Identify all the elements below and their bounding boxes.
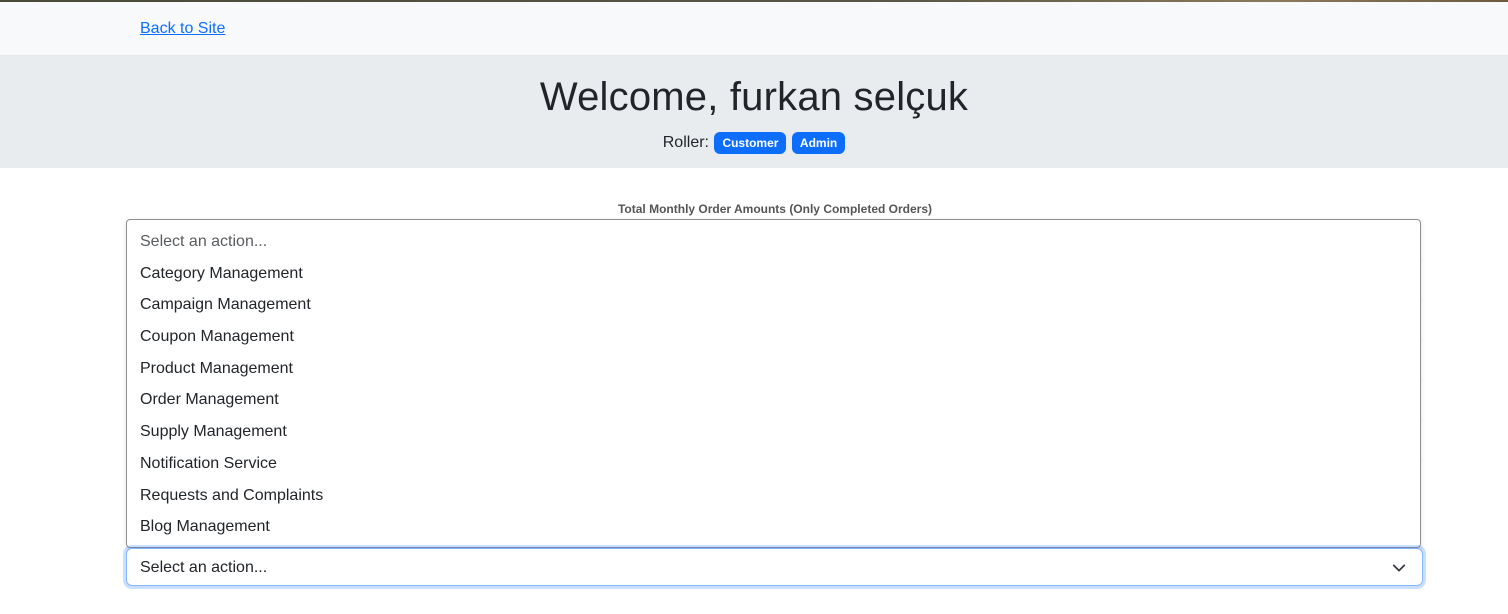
option-coupon-management[interactable]: Coupon Management [127,325,1420,357]
option-order-management[interactable]: Order Management [127,388,1420,420]
chart-title: Total Monthly Order Amounts (Only Comple… [617,202,932,216]
roles-row: Roller: Customer Admin [0,132,1508,154]
welcome-title: Welcome, furkan selçuk [539,75,969,119]
action-select[interactable]: Select an action... [126,548,1423,586]
option-requests-and-complaints[interactable]: Requests and Complaints [127,484,1420,516]
option-notification-service[interactable]: Notification Service [127,452,1420,484]
action-dropdown-list: Select an action... Category Management … [126,219,1421,548]
welcome-banner: Welcome, furkan selçuk Roller: Customer … [0,56,1508,168]
role-badge-admin: Admin [791,132,846,154]
role-badge-customer: Customer [714,132,787,154]
back-to-site-link[interactable]: Back to Site [140,20,225,38]
action-select-value: Select an action... [140,559,268,576]
option-product-management[interactable]: Product Management [127,357,1420,389]
option-campaign-management[interactable]: Campaign Management [127,293,1420,325]
chevron-down-icon [1392,564,1406,572]
option-supply-management[interactable]: Supply Management [127,420,1420,452]
roles-label: Roller: [662,134,709,151]
navbar: Back to Site [0,2,1508,56]
option-category-management[interactable]: Category Management [127,262,1420,294]
option-placeholder[interactable]: Select an action... [127,230,1420,262]
option-blog-management[interactable]: Blog Management [127,515,1420,547]
